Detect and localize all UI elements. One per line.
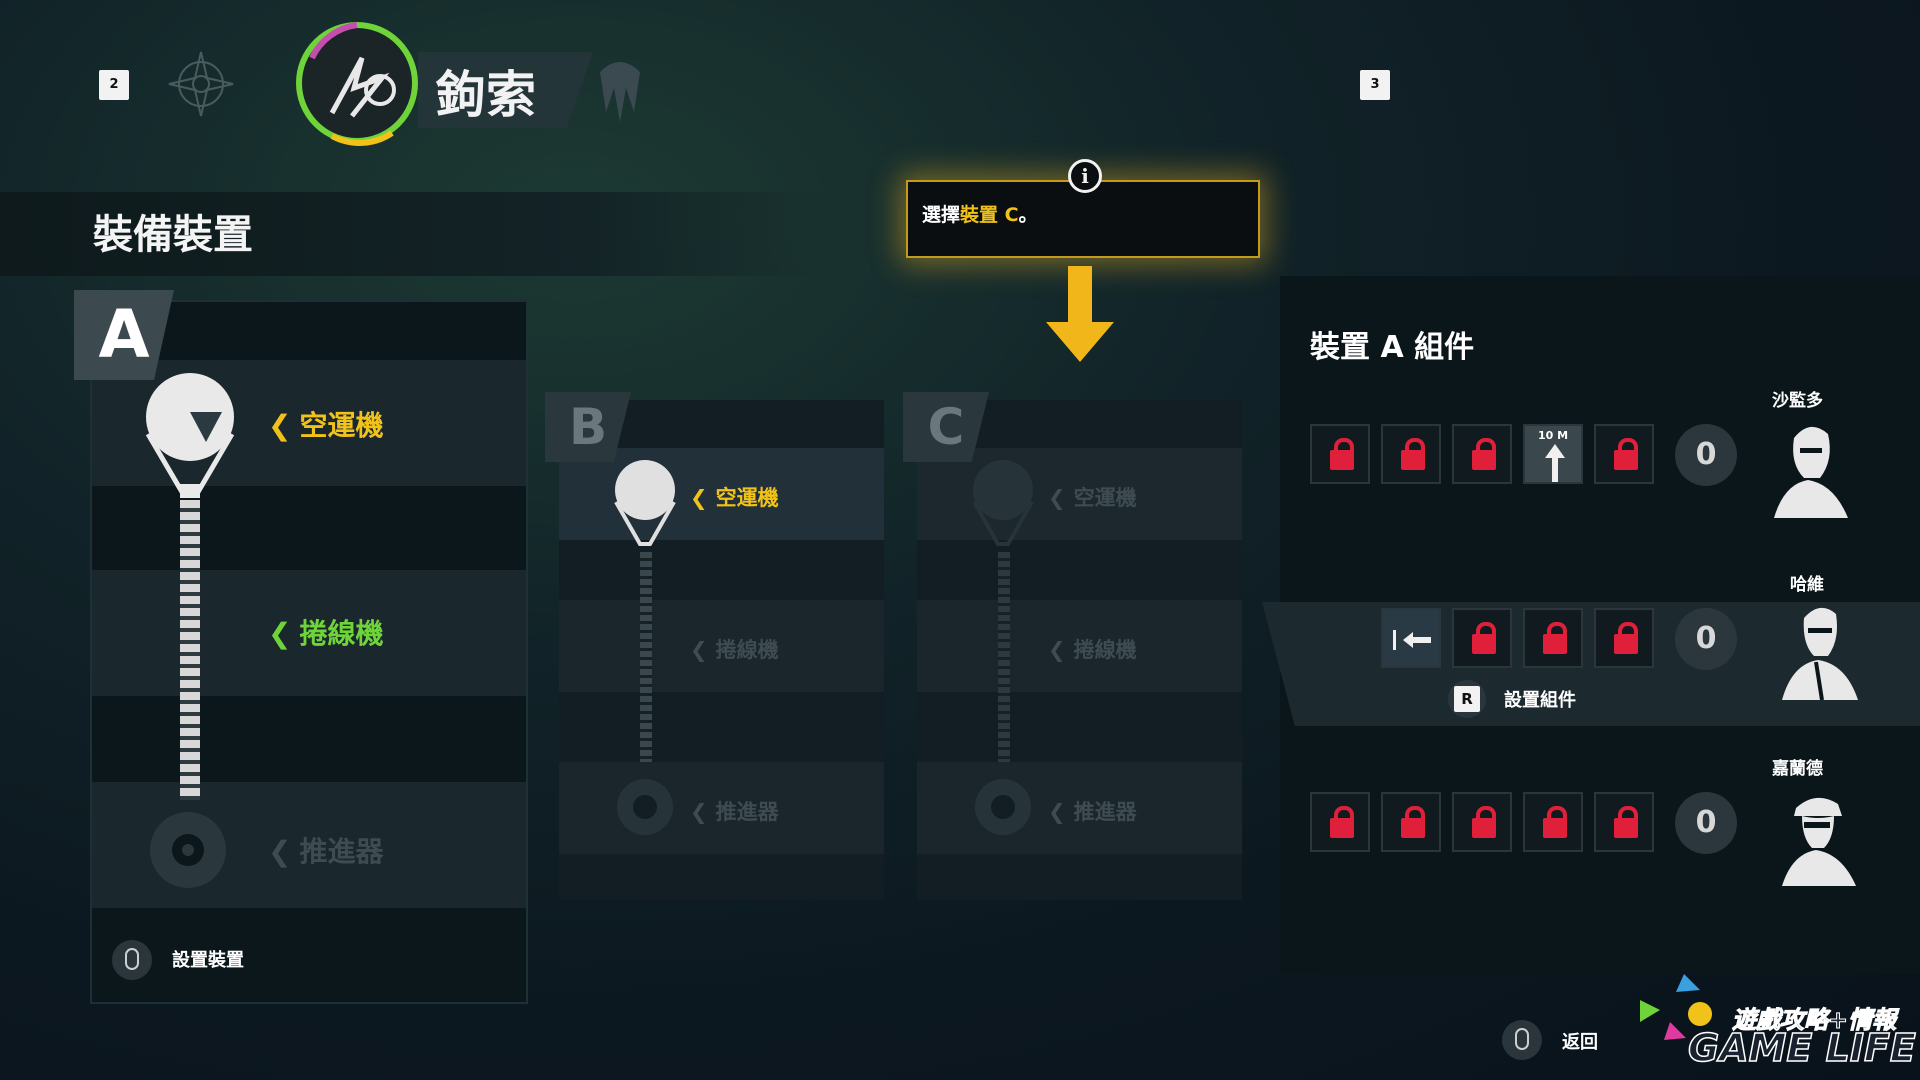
chevron-left-icon: ❮ (1048, 800, 1066, 824)
set-component-label[interactable]: 設置組件 (1504, 686, 1576, 712)
component-slot-3-5[interactable] (1594, 792, 1654, 852)
thruster-gear-icon (138, 800, 238, 900)
component-slot-1-4[interactable]: 10 M (1523, 424, 1583, 484)
prev-tab-key[interactable]: 2 (99, 70, 129, 100)
thruster-gear-icon-c (966, 770, 1040, 844)
device-c-slot-1-label: ❮ 空運機 (1048, 486, 1137, 510)
hook-tab-icon[interactable] (590, 52, 650, 126)
component-count-gear-2: 0 (1675, 608, 1737, 670)
next-tab-key[interactable]: 3 (1360, 70, 1390, 100)
lock-body (1614, 450, 1638, 470)
component-slot-1-3[interactable] (1452, 424, 1512, 484)
chevron-left-icon: ❮ (268, 409, 292, 442)
character-name-3: 嘉蘭德 (1772, 759, 1823, 779)
device-a-hint[interactable]: 設置裝置 (172, 946, 244, 972)
tooltip-prefix: 選擇 (922, 204, 961, 226)
character-portrait-2 (1774, 600, 1864, 701)
component-count-gear-1: 0 (1675, 424, 1737, 486)
character-portrait-3 (1772, 786, 1862, 886)
lock-body (1472, 634, 1496, 654)
grapple-emblem-icon (292, 18, 422, 148)
chevron-left-icon: ❮ (690, 800, 708, 824)
component-slot-3-3[interactable] (1452, 792, 1512, 852)
mouse-back-icon (1502, 1020, 1542, 1060)
back-label[interactable]: 返回 (1562, 1028, 1598, 1054)
header-title: 鉤索 (436, 66, 536, 124)
set-component-key[interactable]: R (1454, 686, 1480, 712)
component-slot-3-4[interactable] (1523, 792, 1583, 852)
lock-body (1543, 634, 1567, 654)
lock-body (1614, 634, 1638, 654)
device-c-slot-2-label: ❮ 捲線機 (1048, 638, 1137, 662)
component-slot-1-1[interactable] (1310, 424, 1370, 484)
tooltip-text: 選擇裝置 C。 (922, 200, 1038, 227)
lock-body (1543, 818, 1567, 838)
device-b-slot-1-label: ❮ 空運機 (690, 486, 779, 510)
thruster-gear-icon-b (608, 770, 682, 844)
character-name-2: 哈維 (1790, 575, 1824, 595)
character-name-1: 沙監多 (1772, 391, 1823, 411)
watermark-line-2: GAME LIFE (1687, 1025, 1916, 1071)
component-slot-2-1[interactable] (1381, 608, 1441, 668)
chevron-left-icon: ❮ (268, 617, 292, 650)
chain-icon-c (998, 552, 1010, 762)
mouse-icon (112, 940, 152, 980)
device-a-slot-2-label: ❮ 捲線機 (268, 617, 384, 650)
tooltip-highlight: 裝置 C (960, 204, 1019, 226)
info-icon: i (1068, 159, 1102, 193)
component-slot-1-2[interactable] (1381, 424, 1441, 484)
device-c-slot-3-label: ❮ 推進器 (1048, 800, 1137, 824)
chain-icon (180, 500, 200, 800)
airship-icon (142, 372, 238, 502)
device-b-slot-3-label: ❮ 推進器 (690, 800, 779, 824)
section-title: 裝備裝置 (93, 212, 253, 258)
chevron-left-icon: ❮ (690, 486, 708, 510)
chain-icon-b (640, 552, 652, 762)
component-slot-3-1[interactable] (1310, 792, 1370, 852)
lock-body (1401, 818, 1425, 838)
device-b-slot-2-label: ❮ 捲線機 (690, 638, 779, 662)
component-slot-2-3[interactable] (1523, 608, 1583, 668)
retract-arrow-icon (1393, 630, 1431, 650)
lock-body (1401, 450, 1425, 470)
components-title: 裝置 A 組件 (1310, 330, 1475, 365)
device-a-slot-3-label: ❮ 推進器 (268, 835, 384, 868)
component-slot-2-4[interactable] (1594, 608, 1654, 668)
device-a-slot-1-label: ❮ 空運機 (268, 409, 384, 442)
down-arrow-icon (1044, 266, 1116, 362)
chevron-left-icon: ❮ (1048, 486, 1066, 510)
airship-icon-c (970, 460, 1036, 552)
character-portrait-1 (1764, 418, 1854, 518)
component-count-2: 0 (1695, 621, 1717, 656)
lock-body (1472, 450, 1496, 470)
component-slot-1-5[interactable] (1594, 424, 1654, 484)
airship-icon-b (612, 460, 678, 552)
chevron-left-icon: ❮ (690, 638, 708, 662)
chevron-left-icon: ❮ (1048, 638, 1066, 662)
range-label: 10 M (1537, 429, 1569, 442)
chevron-left-icon: ❮ (268, 835, 292, 868)
tooltip-suffix: 。 (1018, 204, 1038, 226)
component-count-gear-3: 0 (1675, 792, 1737, 854)
component-slot-3-2[interactable] (1381, 792, 1441, 852)
component-count-1: 0 (1695, 437, 1717, 472)
lock-body (1614, 818, 1638, 838)
compass-icon[interactable] (165, 48, 237, 120)
component-slot-2-2[interactable] (1452, 608, 1512, 668)
lock-body (1330, 450, 1354, 470)
up-arrow-icon (1545, 444, 1565, 482)
component-count-3: 0 (1695, 805, 1717, 840)
lock-body (1472, 818, 1496, 838)
lock-body (1330, 818, 1354, 838)
